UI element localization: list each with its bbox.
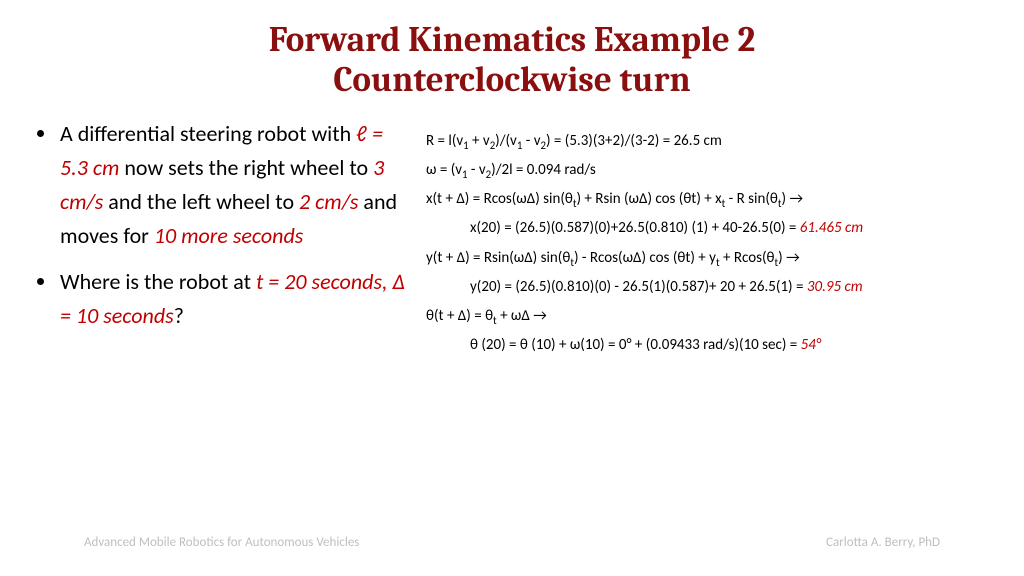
text: and the left wheel to [103,188,299,215]
t: + v [469,132,490,150]
t: θ(t + ∆) = θ [426,307,493,325]
text: A differential steering robot with [60,120,356,147]
bullet-1: A differential steering robot with ℓ = 5… [58,117,410,253]
title-line-1: Forward Kinematics Example 2 [269,19,756,60]
calc-omega: ω = (v1 - v2)/2l = 0.094 rad/s [426,156,984,185]
t: )/(v [495,132,517,150]
t: y(20) = (26.5)(0.810)(0) - 26.5(1)(0.587… [470,278,807,296]
calc-theta: θ(t + ∆) = θt + ω∆ → [426,302,984,331]
calc-r: R = l(v1 + v2)/(v1 - v2) = (5.3)(3+2)/(3… [426,127,984,156]
text: ? [174,302,184,329]
t: - v [468,161,486,179]
bullet-2: Where is the robot at t = 20 seconds, ∆ … [58,265,410,333]
left-column: A differential steering robot with ℓ = 5… [40,117,410,346]
t: ) → [778,249,800,267]
t: - R sin(θ [725,190,778,208]
answer-theta: 54° [801,336,821,354]
content-columns: A differential steering robot with ℓ = 5… [40,117,984,361]
t: )/2l = 0.094 rad/s [491,161,596,179]
bullet-list: A differential steering robot with ℓ = 5… [40,117,410,334]
t: - v [522,132,540,150]
calc-x: x(t + ∆) = Rcos(ω∆) sin(θt) + Rsin (ω∆) … [426,185,984,214]
t: ) = (5.3)(3+2)/(3-2) = 26.5 cm [546,132,722,150]
slide-title: Forward Kinematics Example 2 Countercloc… [40,20,984,101]
t: ) + Rsin (ω∆) cos (θt) + x [576,190,721,208]
calc-theta20: θ (20) = θ (10) + ω(10) = 0° + (0.09433 … [426,331,984,360]
t: ) → [782,190,804,208]
calc-x20: x(20) = (26.5)(0.587)(0)+26.5(0.810) (1)… [426,214,984,243]
t: + ω∆ → [497,307,547,325]
t: ω = (v [426,161,462,179]
calc-y: y(t + ∆) = Rsin(ω∆) sin(θt) - Rcos(ω∆) c… [426,244,984,273]
footer-left: Advanced Mobile Robotics for Autonomous … [84,535,359,550]
param-duration: 10 more seconds [154,222,304,249]
param-v2: 2 cm/s [299,188,358,215]
t: θ (20) = θ (10) + ω(10) = 0° + (0.09433 … [470,336,801,354]
t: x(20) = (26.5)(0.587)(0)+26.5(0.810) (1)… [470,219,800,237]
slide: Forward Kinematics Example 2 Countercloc… [0,0,1024,576]
text: Where is the robot at [60,268,256,295]
title-line-2: Counterclockwise turn [333,59,690,100]
t: + Rcos(θ [720,249,775,267]
t: y(t + ∆) = Rsin(ω∆) sin(θ [426,249,570,267]
right-column: R = l(v1 + v2)/(v1 - v2) = (5.3)(3+2)/(3… [426,117,984,361]
t: x(t + ∆) = Rcos(ω∆) sin(θ [426,190,573,208]
text: now sets the right wheel to [119,154,373,181]
t: R = l(v [426,132,463,150]
answer-x: 61.465 cm [800,219,863,237]
t: ) - Rcos(ω∆) cos (θt) + y [574,249,716,267]
calc-y20: y(20) = (26.5)(0.810)(0) - 26.5(1)(0.587… [426,273,984,302]
footer: Advanced Mobile Robotics for Autonomous … [0,535,1024,550]
answer-y: 30.95 cm [807,278,863,296]
footer-right: Carlotta A. Berry, PhD [826,535,940,550]
